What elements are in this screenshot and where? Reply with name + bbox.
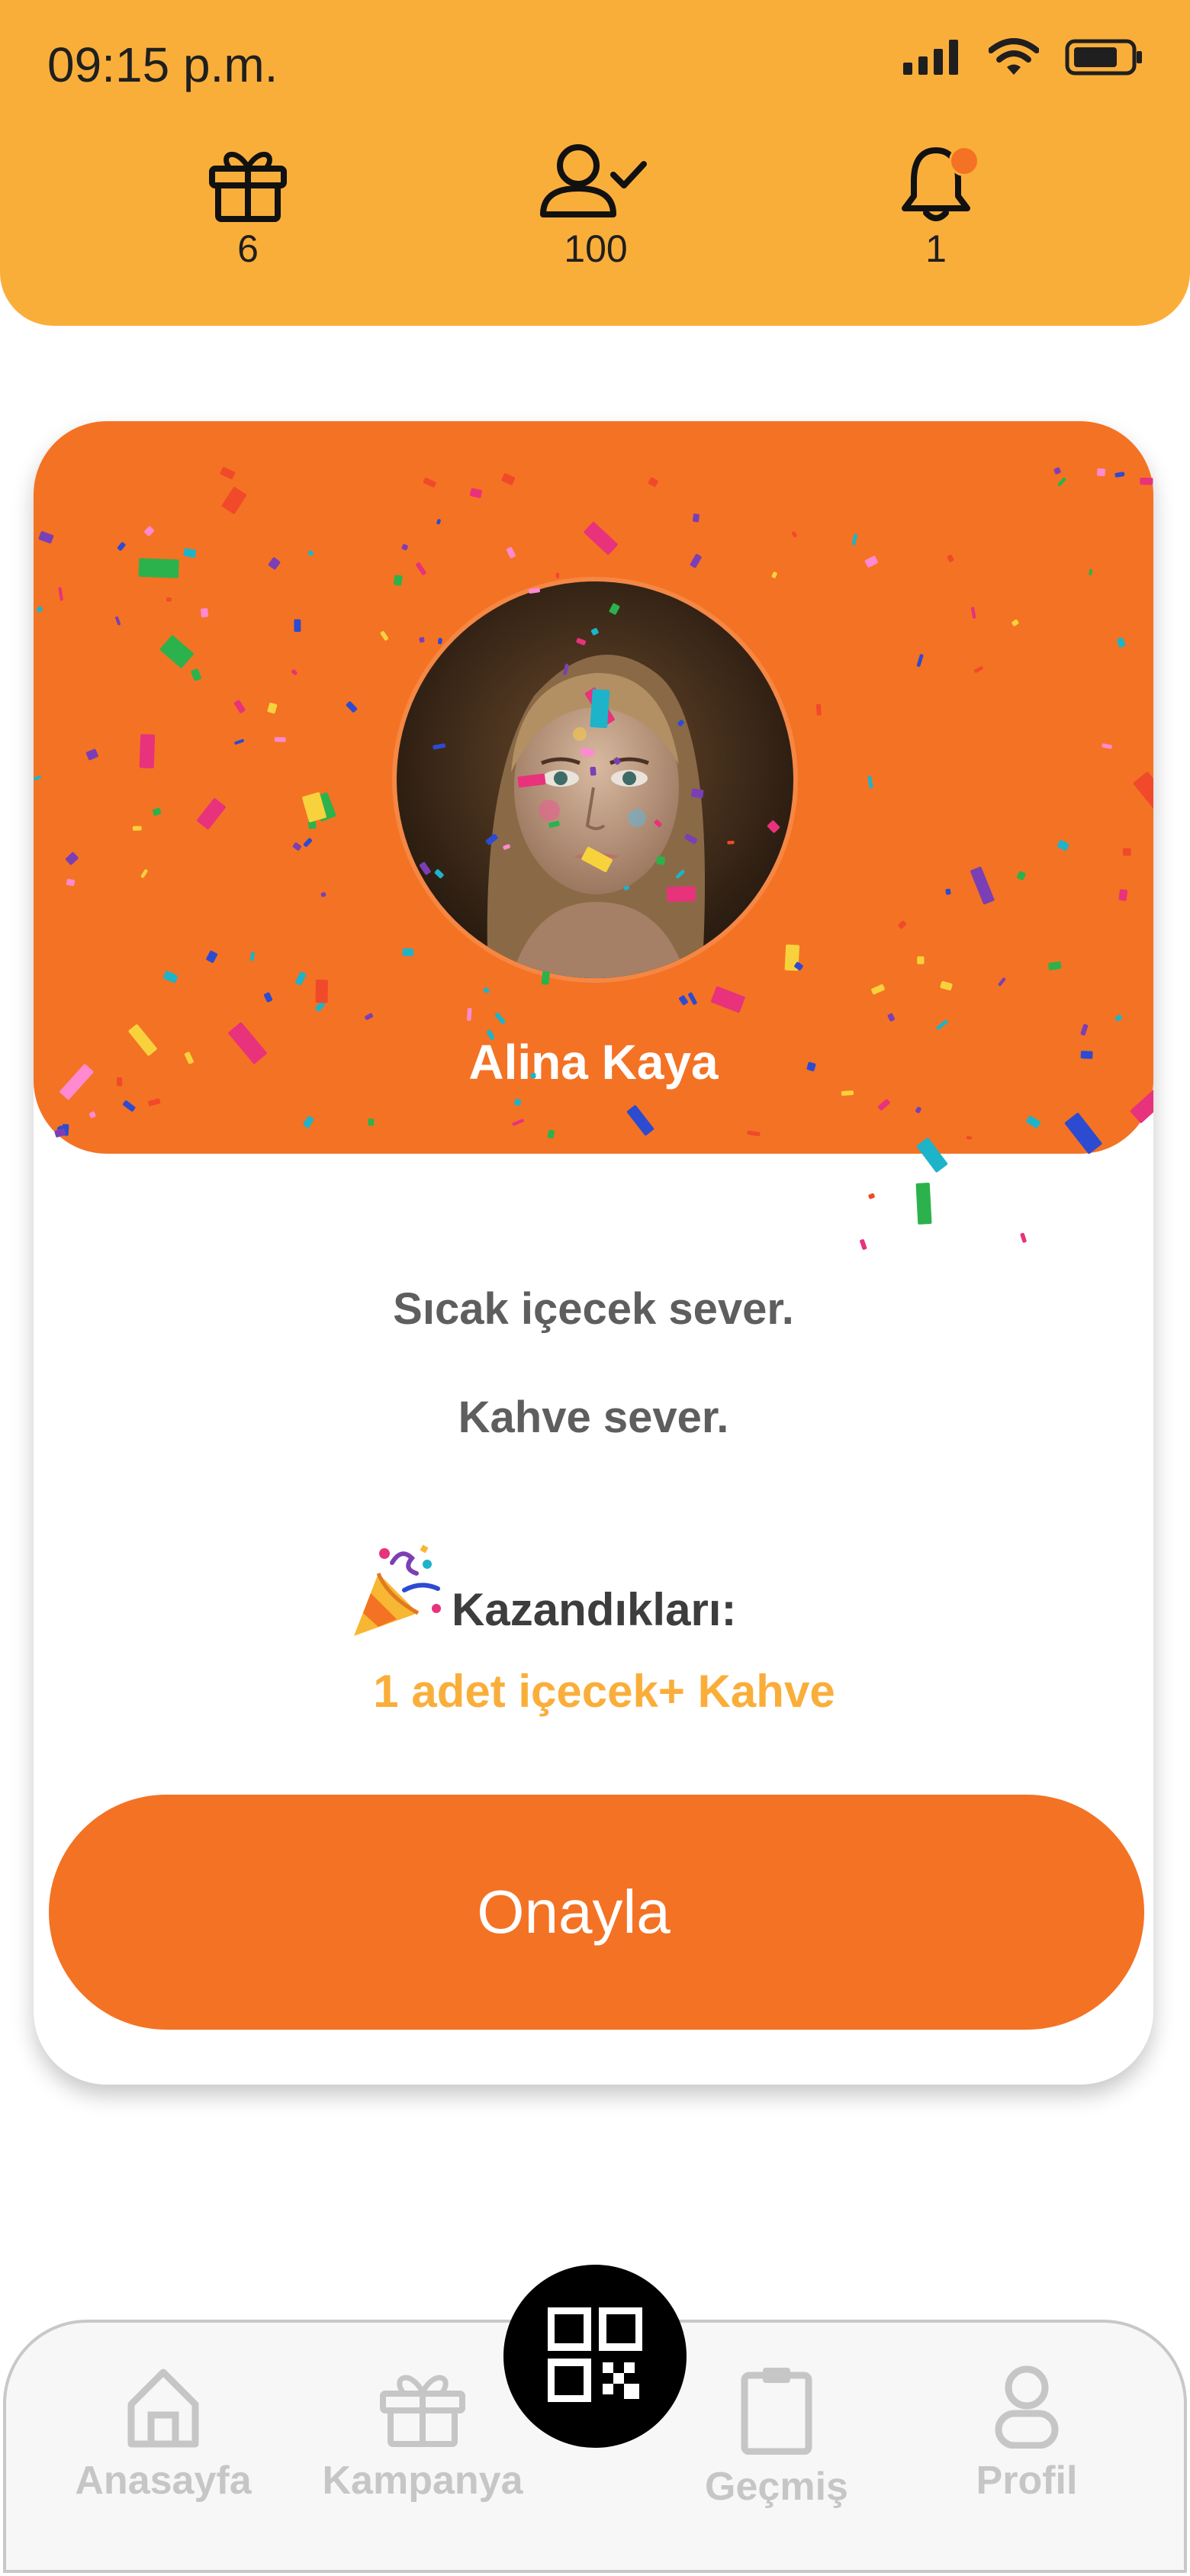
qr-scan-button[interactable] bbox=[503, 2265, 687, 2448]
followers-count: 100 bbox=[564, 227, 628, 270]
followers-stat[interactable]: 100 bbox=[519, 141, 672, 271]
notifications-count: 1 bbox=[925, 227, 947, 270]
nav-profile-label: Profil bbox=[976, 2458, 1078, 2503]
gifts-stat[interactable]: 6 bbox=[172, 141, 324, 271]
winnings-value: 1 adet içecek+ Kahve bbox=[373, 1666, 835, 1717]
top-header: 09:15 p.m. 6 100 1 bbox=[0, 0, 1190, 326]
qr-code-icon bbox=[547, 2306, 643, 2406]
nav-history-label: Geçmiş bbox=[705, 2465, 848, 2509]
notification-badge bbox=[949, 146, 979, 176]
trait-hot-drink: Sıcak içecek sever. bbox=[393, 1284, 794, 1334]
party-popper-icon bbox=[348, 1543, 447, 1646]
nav-home[interactable]: Anasayfa bbox=[26, 2365, 301, 2504]
user-check-icon bbox=[519, 141, 672, 225]
person-name: Alina Kaya bbox=[468, 1035, 719, 1090]
winner-card: Alina Kaya Sıcak içecek sever. Kahve sev… bbox=[34, 421, 1153, 2085]
notifications-stat[interactable]: 1 bbox=[860, 141, 1012, 271]
confirm-button[interactable]: Onayla bbox=[49, 1795, 1144, 2030]
status-time: 09:15 p.m. bbox=[47, 37, 278, 92]
profile-banner: Alina Kaya bbox=[34, 421, 1153, 1154]
gifts-count: 6 bbox=[237, 227, 259, 270]
nav-campaign-label: Kampanya bbox=[322, 2458, 523, 2503]
trait-coffee: Kahve sever. bbox=[458, 1393, 729, 1442]
signal-icon bbox=[903, 40, 963, 79]
battery-icon bbox=[1065, 38, 1144, 80]
gift-icon bbox=[172, 141, 324, 225]
nav-profile[interactable]: Profil bbox=[889, 2365, 1164, 2504]
bell-icon bbox=[860, 141, 1012, 225]
home-icon bbox=[26, 2365, 301, 2449]
wifi-icon bbox=[988, 38, 1040, 80]
status-icons bbox=[903, 38, 1144, 80]
nav-home-label: Anasayfa bbox=[75, 2458, 252, 2503]
winnings-label: Kazandıkları: bbox=[452, 1584, 737, 1635]
profile-icon bbox=[889, 2365, 1164, 2449]
avatar bbox=[397, 581, 793, 978]
